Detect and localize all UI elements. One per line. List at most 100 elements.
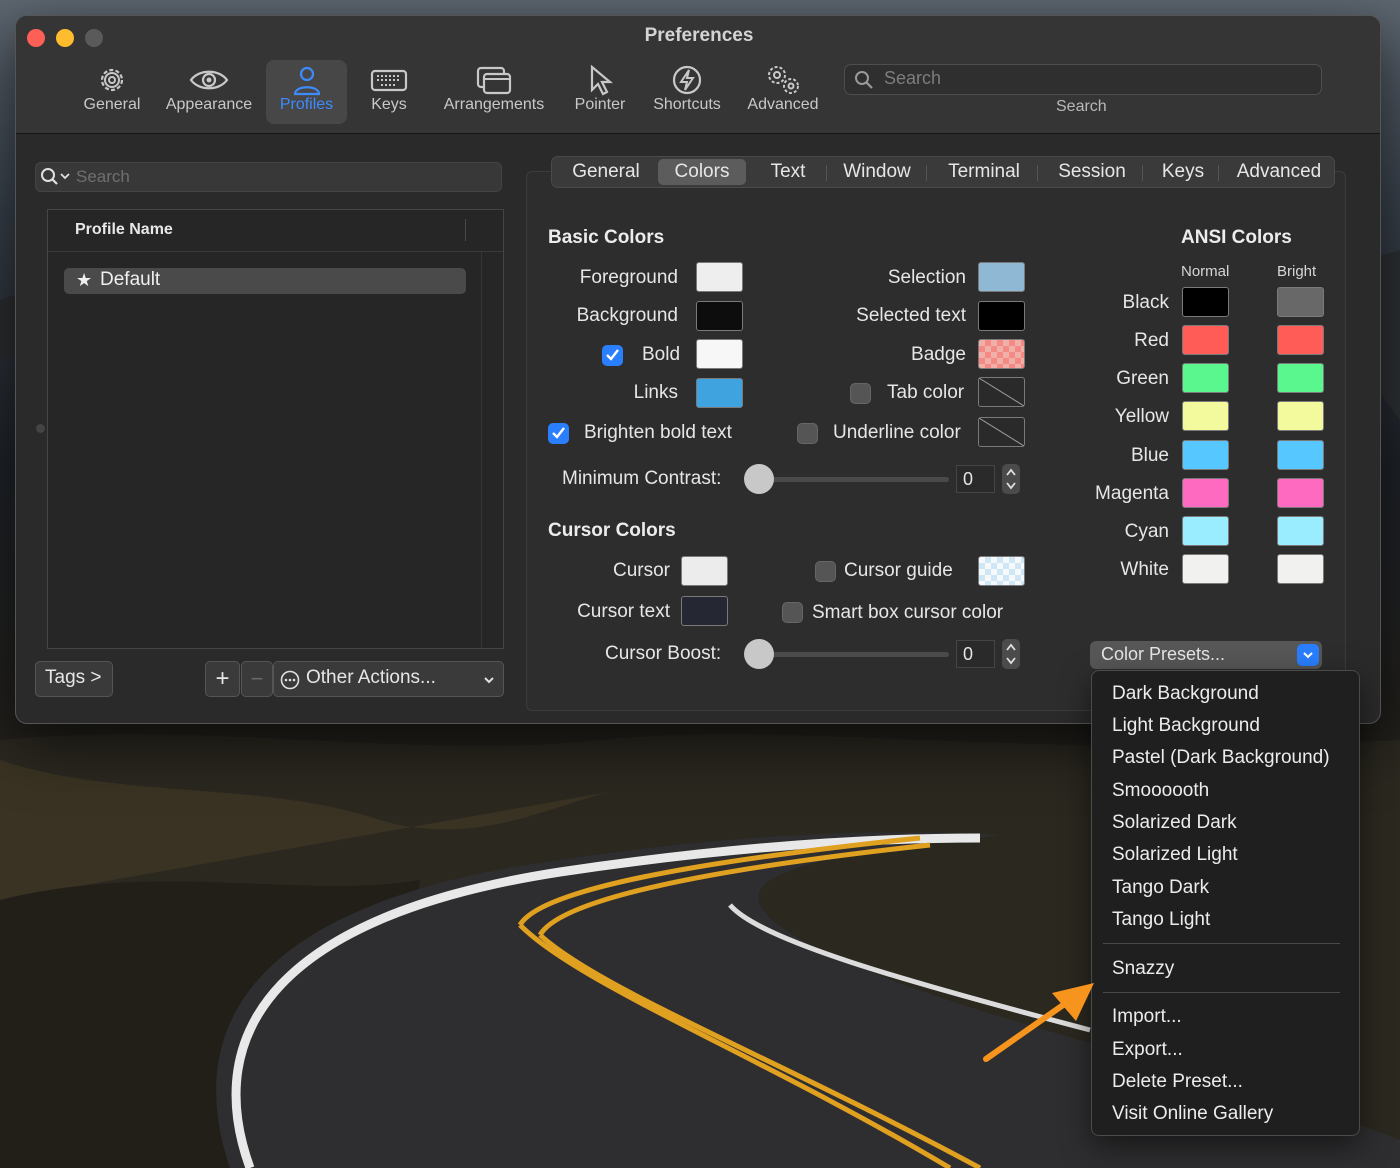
- bright-column-label: Bright: [1277, 263, 1317, 280]
- menu-item-tango-dark[interactable]: Tango Dark: [1112, 877, 1209, 899]
- brighten-bold-checkbox[interactable]: [548, 423, 569, 444]
- toolbar-arrangements[interactable]: Arrangements: [438, 60, 550, 124]
- toolbar: Preferences General Appearance Profiles …: [16, 16, 1380, 134]
- toolbar-label: Shortcuts: [653, 96, 721, 113]
- toolbar-label: Advanced: [747, 96, 819, 113]
- tab-advanced[interactable]: Advanced: [1228, 159, 1330, 185]
- remove-profile-button[interactable]: −: [241, 661, 273, 697]
- split-handle[interactable]: [36, 424, 45, 433]
- cursor-guide-checkbox[interactable]: [815, 561, 836, 582]
- other-actions-label: Other Actions...: [306, 667, 436, 688]
- foreground-color-well[interactable]: [696, 262, 743, 292]
- ansi-blue-normal-well[interactable]: [1182, 440, 1229, 470]
- cursor-boost-stepper[interactable]: [1002, 639, 1020, 669]
- menu-item-export[interactable]: Export...: [1112, 1039, 1183, 1061]
- toolbar-advanced[interactable]: Advanced: [743, 60, 823, 124]
- menu-item-light-background[interactable]: Light Background: [1112, 715, 1260, 737]
- ansi-green-normal-well[interactable]: [1182, 363, 1229, 393]
- cursor-boost-slider-knob[interactable]: [744, 639, 774, 669]
- menu-item-solarized-light[interactable]: Solarized Light: [1112, 844, 1238, 866]
- underline-color-well[interactable]: [978, 417, 1025, 447]
- normal-column-label: Normal: [1181, 263, 1230, 280]
- toolbar-general[interactable]: General: [78, 60, 146, 124]
- ansi-red-label: Red: [1134, 330, 1169, 351]
- toolbar-search-input[interactable]: Search: [844, 64, 1322, 95]
- menu-item-snazzy[interactable]: Snazzy: [1112, 958, 1174, 980]
- tab-color-checkbox[interactable]: [850, 383, 871, 404]
- tab-terminal[interactable]: Terminal: [936, 159, 1032, 185]
- color-presets-button[interactable]: Color Presets...: [1090, 641, 1322, 669]
- cursor-text-color-well[interactable]: [681, 596, 728, 626]
- background-color-well[interactable]: [696, 301, 743, 331]
- links-color-well[interactable]: [696, 378, 743, 408]
- ansi-cyan-normal-well[interactable]: [1182, 516, 1229, 546]
- bold-checkbox[interactable]: [602, 345, 623, 366]
- minimum-contrast-stepper[interactable]: [1002, 464, 1020, 494]
- windows-icon: [438, 60, 550, 96]
- smart-box-label: Smart box cursor color: [812, 602, 1004, 623]
- toolbar-label: Arrangements: [443, 96, 545, 113]
- toolbar-profiles[interactable]: Profiles: [266, 60, 347, 124]
- menu-item-delete-preset[interactable]: Delete Preset...: [1112, 1071, 1243, 1093]
- tab-general[interactable]: General: [558, 159, 654, 185]
- no-color-icon: [978, 417, 1025, 447]
- cursor-color-well[interactable]: [681, 556, 728, 586]
- cursor-guide-color-well[interactable]: [978, 556, 1025, 586]
- ansi-black-normal-well[interactable]: [1182, 287, 1229, 317]
- pointer-icon: [569, 60, 631, 96]
- ansi-black-bright-well[interactable]: [1277, 287, 1324, 317]
- profile-row-default[interactable]: ★ Default: [64, 268, 466, 294]
- ansi-yellow-normal-well[interactable]: [1182, 401, 1229, 431]
- color-presets-label: Color Presets...: [1101, 644, 1226, 664]
- menu-item-smoooooth[interactable]: Smoooooth: [1112, 780, 1209, 802]
- ansi-white-bright-well[interactable]: [1277, 554, 1324, 584]
- menu-item-pastel[interactable]: Pastel (Dark Background): [1112, 747, 1330, 769]
- tab-session[interactable]: Session: [1046, 159, 1138, 185]
- tab-keys[interactable]: Keys: [1152, 159, 1214, 185]
- tab-color-well[interactable]: [978, 377, 1025, 407]
- profile-list-scrollbar[interactable]: [481, 252, 503, 648]
- ansi-red-bright-well[interactable]: [1277, 325, 1324, 355]
- toolbar-appearance[interactable]: Appearance: [161, 60, 257, 124]
- toolbar-shortcuts[interactable]: Shortcuts: [648, 60, 726, 124]
- menu-item-tango-light[interactable]: Tango Light: [1112, 909, 1210, 931]
- cursor-guide-label: Cursor guide: [844, 560, 953, 581]
- menu-item-import[interactable]: Import...: [1112, 1006, 1182, 1028]
- ansi-green-bright-well[interactable]: [1277, 363, 1324, 393]
- cursor-boost-slider[interactable]: [756, 652, 949, 657]
- ansi-yellow-bright-well[interactable]: [1277, 401, 1324, 431]
- badge-color-well[interactable]: [978, 339, 1025, 369]
- ansi-red-normal-well[interactable]: [1182, 325, 1229, 355]
- ansi-blue-bright-well[interactable]: [1277, 440, 1324, 470]
- ansi-white-normal-well[interactable]: [1182, 554, 1229, 584]
- ansi-cyan-bright-well[interactable]: [1277, 516, 1324, 546]
- add-profile-button[interactable]: +: [205, 661, 240, 697]
- bold-color-well[interactable]: [696, 339, 743, 369]
- toolbar-pointer[interactable]: Pointer: [569, 60, 631, 124]
- cursor-boost-field[interactable]: 0: [956, 640, 995, 668]
- selected-text-color-well[interactable]: [978, 301, 1025, 331]
- background-label: Background: [576, 305, 678, 326]
- menu-item-dark-background[interactable]: Dark Background: [1112, 683, 1259, 705]
- minimum-contrast-slider-knob[interactable]: [744, 464, 774, 494]
- tags-button[interactable]: Tags >: [35, 661, 113, 697]
- ansi-magenta-bright-well[interactable]: [1277, 478, 1324, 508]
- minimum-contrast-field[interactable]: 0: [956, 465, 995, 493]
- profile-search-input[interactable]: Search: [35, 162, 502, 192]
- tab-text[interactable]: Text: [758, 159, 818, 185]
- underline-color-checkbox[interactable]: [797, 423, 818, 444]
- toolbar-keys[interactable]: Keys: [361, 60, 417, 124]
- profile-name-column-header[interactable]: Profile Name: [48, 210, 503, 252]
- ansi-magenta-normal-well[interactable]: [1182, 478, 1229, 508]
- tab-colors[interactable]: Colors: [658, 159, 746, 185]
- ansi-black-label: Black: [1122, 292, 1169, 313]
- minimum-contrast-slider[interactable]: [756, 477, 949, 482]
- menu-item-solarized-dark[interactable]: Solarized Dark: [1112, 812, 1237, 834]
- smart-box-checkbox[interactable]: [782, 602, 803, 623]
- other-actions-button[interactable]: Other Actions...: [273, 661, 504, 697]
- tab-window[interactable]: Window: [832, 159, 922, 185]
- ansi-colors-title: ANSI Colors: [1181, 227, 1292, 248]
- selection-color-well[interactable]: [978, 262, 1025, 292]
- search-icon[interactable]: [40, 167, 74, 192]
- menu-item-visit-gallery[interactable]: Visit Online Gallery: [1112, 1103, 1273, 1125]
